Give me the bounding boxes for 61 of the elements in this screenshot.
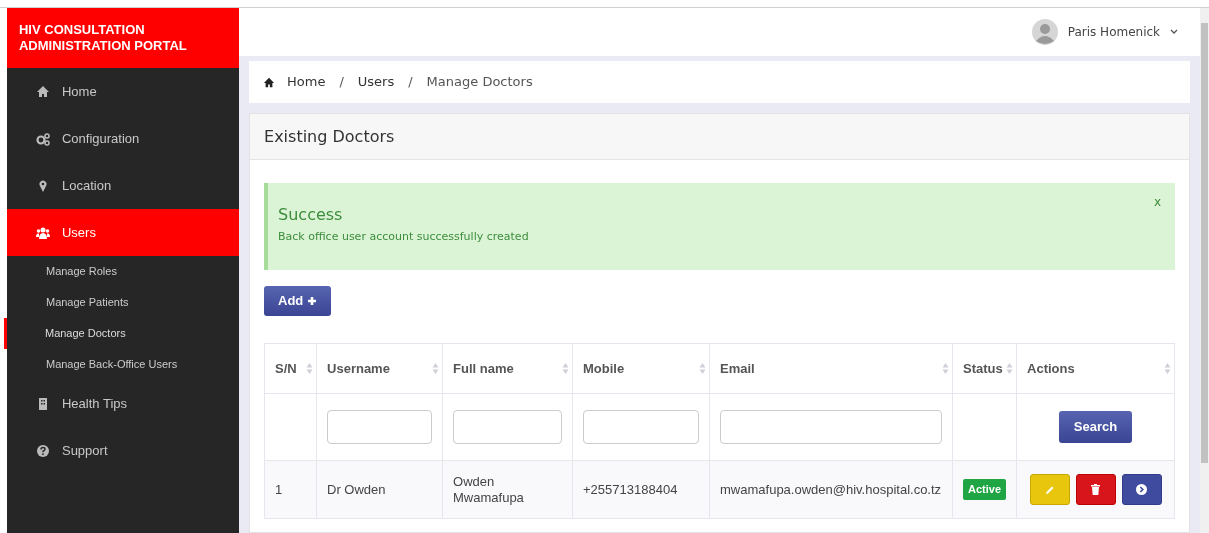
alert-title: Success [278,204,344,226]
breadcrumb-separator: / [339,73,344,92]
chevron-circle-icon [1136,484,1148,495]
alert-message: Back office user account successfully created [278,229,530,245]
sort-icon[interactable] [942,362,950,375]
sort-icon[interactable] [1006,362,1014,375]
trash-icon [1091,484,1101,495]
column-header[interactable]: Username [327,360,390,376]
add-button[interactable]: Add [264,286,332,316]
sort-icon[interactable] [306,362,314,375]
filter-field[interactable] [327,410,433,444]
brand-title: HIV CONSULTATION ADMINISTRATION PORTAL [18,22,188,54]
submenu-item[interactable]: Manage Patients [6,287,240,318]
search-button[interactable]: Search [1058,411,1133,443]
sidebar-item[interactable]: Configuration [6,115,240,162]
column-header[interactable]: Actions [1027,360,1075,376]
scrollbar-thumb[interactable] [1201,23,1209,463]
close-button[interactable]: x [1153,193,1162,211]
plus-icon [307,296,318,306]
home-icon [35,84,50,99]
column-header[interactable]: Email [720,360,755,376]
users-icon [35,225,50,240]
sidebar-item[interactable]: Home [6,68,240,115]
sort-icon[interactable] [432,362,440,375]
column-header[interactable]: Full name [453,360,514,376]
sort-icon[interactable] [1164,362,1172,375]
avatar-icon[interactable] [1031,19,1058,45]
filter-field[interactable] [720,410,943,444]
home-icon [263,76,276,88]
gears-icon [35,131,50,146]
pencil-icon [1044,484,1055,495]
filter-field[interactable] [453,410,563,444]
sort-icon[interactable] [562,362,570,375]
status-badge: Active [963,479,1007,500]
table-cell: mwamafupa.owden@hiv.hospital.co.tz [709,460,953,519]
breadcrumb-current: Manage Doctors [426,73,533,92]
panel-title: Existing Doctors [264,125,395,148]
submenu-item[interactable]: Manage Back-Office Users [6,349,240,380]
sort-icon[interactable] [699,362,707,375]
table-cell: Owden Mwamafupa [442,460,573,519]
table-cell: Dr Owden [316,460,443,519]
breadcrumb-link[interactable]: Home [287,72,326,92]
column-header[interactable]: Status [963,360,1003,376]
sidebar-item[interactable]: Location [6,162,240,209]
help-icon [35,443,50,458]
sidebar-item[interactable]: Support [6,427,240,474]
user-name[interactable]: Paris Homenick [1067,23,1161,41]
edit-button[interactable] [1029,474,1070,505]
breadcrumb-separator: / [408,73,413,92]
view-button[interactable] [1121,474,1162,505]
filter-field[interactable] [583,410,700,444]
chevron-down-icon[interactable] [1170,29,1179,35]
table-cell: 1 [264,460,317,519]
column-header[interactable]: S/N [275,360,297,376]
delete-button[interactable] [1075,474,1116,505]
column-header[interactable]: Mobile [583,360,625,376]
sidebar-item[interactable]: Users [6,209,240,256]
table-cell: +255713188404 [572,460,710,519]
submenu-item[interactable]: Manage Roles [6,256,240,287]
sidebar-item[interactable]: Health Tips [6,380,240,427]
breadcrumb-link[interactable]: Users [357,72,395,92]
